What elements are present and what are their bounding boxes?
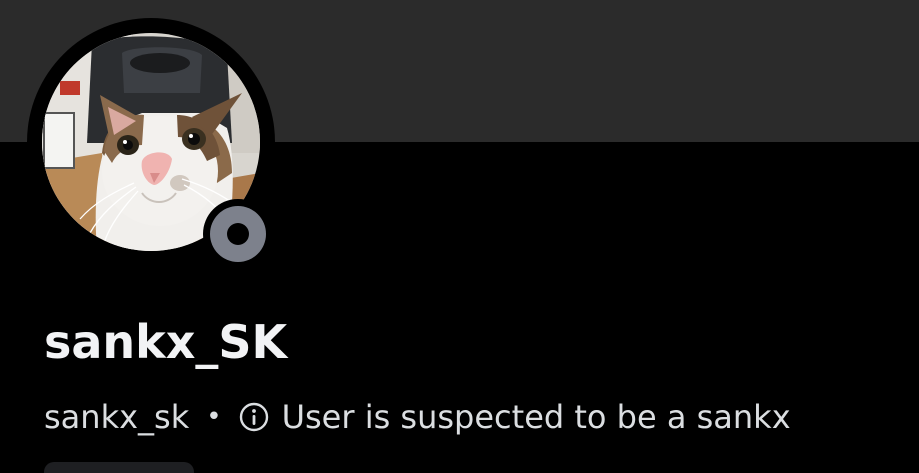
- username[interactable]: sankx_sk: [44, 398, 189, 436]
- display-name: sankx_SK: [44, 315, 288, 369]
- user-profile-card: sankx_SK sankx_sk • User is suspected to…: [0, 0, 919, 473]
- profile-note: User is suspected to be a sankx: [281, 398, 791, 436]
- offline-status-icon: [210, 206, 266, 262]
- info-circle-icon[interactable]: [238, 401, 270, 433]
- separator-dot: •: [206, 402, 222, 432]
- offline-status-hole: [227, 223, 249, 245]
- profile-badge-strip: [44, 462, 194, 473]
- profile-subtitle-row: sankx_sk • User is suspected to be a san…: [44, 395, 791, 439]
